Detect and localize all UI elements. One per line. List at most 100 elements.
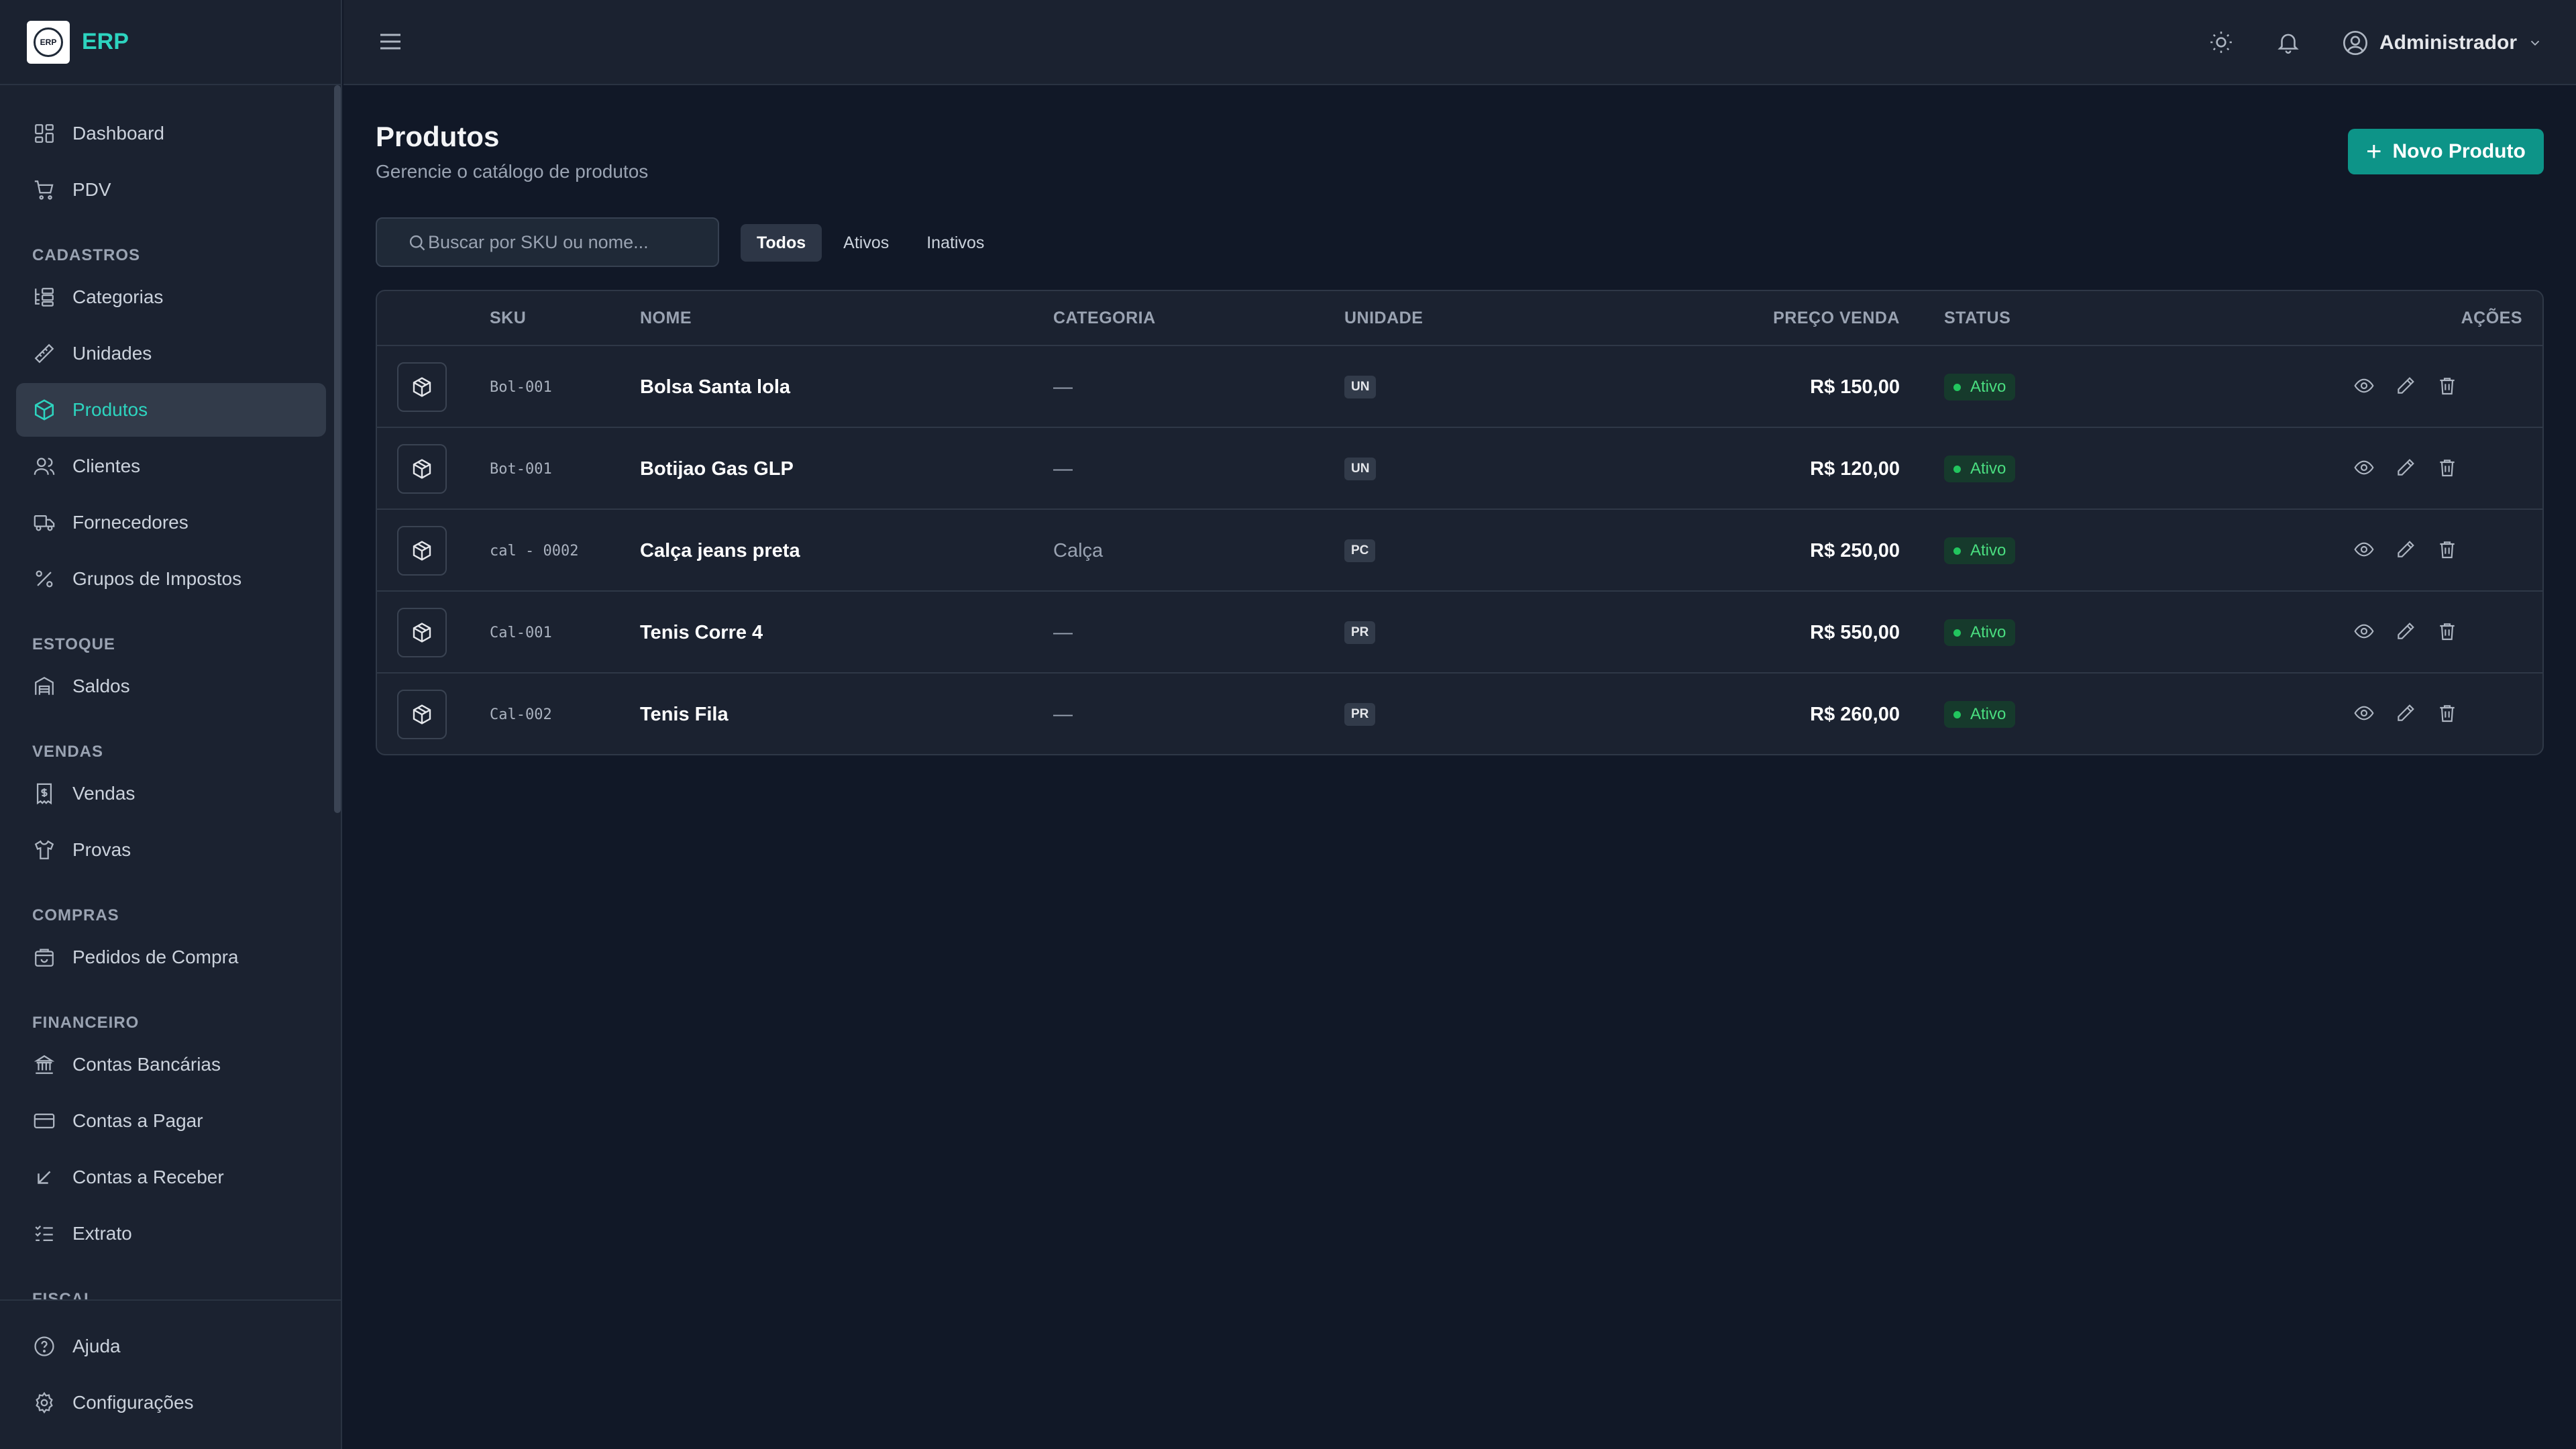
table-row[interactable]: Bot-001 Botijao Gas GLP — UN R$ 120,00 A… <box>377 428 2542 510</box>
category-cell: — <box>1053 458 1073 480</box>
sidebar-item-label: Vendas <box>72 783 136 804</box>
sidebar-item-fornecedores[interactable]: Fornecedores <box>16 496 326 549</box>
package-icon <box>413 459 431 479</box>
search-icon <box>409 235 425 251</box>
table-row[interactable]: cal - 0002 Calça jeans preta Calça PC R$… <box>377 510 2542 592</box>
users-icon <box>32 454 56 478</box>
product-name-cell[interactable]: Botijao Gas GLP <box>640 458 794 480</box>
sidebar-item-provas[interactable]: Provas <box>16 823 326 877</box>
product-name-cell[interactable]: Tenis Corre 4 <box>640 622 763 644</box>
edit-icon[interactable] <box>2395 539 2419 563</box>
sidebar-item-categorias[interactable]: Categorias <box>16 270 326 324</box>
column-sku[interactable]: SKU <box>490 309 526 328</box>
bell-icon[interactable] <box>2275 30 2301 55</box>
category-cell: — <box>1053 703 1073 725</box>
filter-inativos[interactable]: Inativos <box>910 224 1000 262</box>
delete-icon[interactable] <box>2436 539 2461 563</box>
view-icon[interactable] <box>2353 539 2377 563</box>
sidebar-item-contas-pagar[interactable]: Contas a Pagar <box>16 1094 326 1148</box>
delete-icon[interactable] <box>2436 621 2461 645</box>
status-label: Ativo <box>1970 623 2006 641</box>
sidebar-scrollbar[interactable] <box>334 85 341 813</box>
sidebar-item-label: Contas a Receber <box>72 1167 224 1187</box>
column-unidade[interactable]: UNIDADE <box>1344 309 1423 328</box>
new-product-button[interactable]: + Novo Produto <box>2348 129 2544 174</box>
status-label: Ativo <box>1970 541 2006 559</box>
column-categoria[interactable]: CATEGORIA <box>1053 309 1156 328</box>
gear-icon <box>32 1391 56 1415</box>
sidebar-item-contas-bancarias[interactable]: Contas Bancárias <box>16 1038 326 1091</box>
product-name-cell[interactable]: Tenis Fila <box>640 704 729 726</box>
new-product-label: Novo Produto <box>2392 140 2526 162</box>
status-dot <box>1953 710 1961 718</box>
edit-icon[interactable] <box>2395 375 2419 399</box>
theme-toggle-icon[interactable] <box>2208 30 2234 55</box>
user-name: Administrador <box>2379 32 2517 54</box>
status-badge: Ativo <box>1944 537 2016 564</box>
delete-icon[interactable] <box>2436 375 2461 399</box>
sidebar-item-pedidos-compra[interactable]: Pedidos de Compra <box>16 930 326 984</box>
user-menu[interactable]: Administrador <box>2342 27 2542 59</box>
product-image-placeholder <box>397 444 447 494</box>
sidebar-item-ajuda[interactable]: Ajuda <box>16 1320 326 1373</box>
edit-icon[interactable] <box>2395 621 2419 645</box>
status-badge: Ativo <box>1944 619 2016 646</box>
table-row[interactable]: Cal-001 Tenis Corre 4 — PR R$ 550,00 Ati… <box>377 592 2542 674</box>
sidebar-item-pdv[interactable]: PDV <box>16 163 326 217</box>
sidebar-item-dashboard[interactable]: Dashboard <box>16 107 326 160</box>
delete-icon[interactable] <box>2436 702 2461 727</box>
sidebar-item-label: Extrato <box>72 1223 132 1244</box>
sidebar-item-extrato[interactable]: Extrato <box>16 1207 326 1260</box>
sidebar-item-contas-receber[interactable]: Contas a Receber <box>16 1150 326 1204</box>
edit-icon[interactable] <box>2395 702 2419 727</box>
credit-card-icon <box>32 1109 56 1133</box>
package-icon <box>413 377 431 397</box>
table-row[interactable]: Bol-001 Bolsa Santa lola — UN R$ 150,00 … <box>377 346 2542 428</box>
column-status[interactable]: STATUS <box>1944 309 2010 328</box>
view-icon[interactable] <box>2353 375 2377 399</box>
product-image-placeholder <box>397 690 447 739</box>
search-input[interactable]: Buscar por SKU ou nome... <box>376 217 719 267</box>
view-icon[interactable] <box>2353 457 2377 481</box>
section-cadastros: CADASTROS <box>32 246 141 264</box>
product-name-cell[interactable]: Bolsa Santa lola <box>640 376 790 398</box>
list-checks-icon <box>32 1222 56 1246</box>
sidebar-item-vendas[interactable]: Vendas <box>16 767 326 820</box>
sidebar-item-clientes[interactable]: Clientes <box>16 439 326 493</box>
table-row[interactable]: Cal-002 Tenis Fila — PR R$ 260,00 Ativo <box>377 674 2542 754</box>
sidebar-item-produtos[interactable]: Produtos <box>16 383 326 437</box>
sidebar-item-saldos[interactable]: Saldos <box>16 659 326 713</box>
sidebar-item-grupos-impostos[interactable]: Grupos de Impostos <box>16 552 326 606</box>
filter-todos[interactable]: Todos <box>741 224 822 262</box>
search-placeholder: Buscar por SKU ou nome... <box>428 231 649 252</box>
cart-icon <box>32 178 56 202</box>
column-nome[interactable]: NOME <box>640 309 692 328</box>
status-badge: Ativo <box>1944 374 2016 400</box>
price-cell: R$ 120,00 <box>1810 458 1900 480</box>
dashboard-icon <box>32 121 56 146</box>
price-cell: R$ 550,00 <box>1810 621 1900 643</box>
status-dot <box>1953 465 1961 473</box>
product-image-placeholder <box>397 526 447 576</box>
product-image-placeholder <box>397 608 447 657</box>
column-preco[interactable]: PREÇO VENDA <box>1773 309 1900 328</box>
status-label: Ativo <box>1970 378 2006 396</box>
price-cell: R$ 250,00 <box>1810 539 1900 561</box>
package-icon <box>413 704 431 724</box>
sidebar-item-configuracoes[interactable]: Configurações <box>16 1376 326 1430</box>
price-cell: R$ 150,00 <box>1810 376 1900 398</box>
delete-icon[interactable] <box>2436 457 2461 481</box>
filter-ativos[interactable]: Ativos <box>827 224 905 262</box>
product-name-cell[interactable]: Calça jeans preta <box>640 540 800 562</box>
page-subtitle: Gerencie o catálogo de produtos <box>376 161 649 182</box>
brand[interactable]: ERP ERP <box>0 0 341 85</box>
edit-icon[interactable] <box>2395 457 2419 481</box>
menu-toggle-icon[interactable] <box>377 28 404 55</box>
view-icon[interactable] <box>2353 621 2377 645</box>
view-icon[interactable] <box>2353 702 2377 727</box>
section-vendas: VENDAS <box>32 743 104 761</box>
sidebar-item-unidades[interactable]: Unidades <box>16 327 326 380</box>
status-label: Ativo <box>1970 460 2006 478</box>
shopping-bag-icon <box>32 945 56 969</box>
top-bar: Administrador <box>343 0 2576 85</box>
